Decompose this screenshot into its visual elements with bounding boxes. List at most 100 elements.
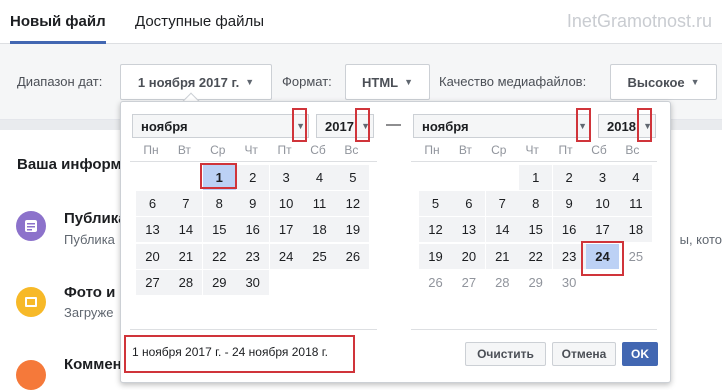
media-quality-label: Качество медиафайлов: xyxy=(439,74,587,89)
calendar-day[interactable]: 7 xyxy=(485,191,519,217)
calendar-day[interactable]: 8 xyxy=(202,191,236,217)
calendar-day[interactable]: 6 xyxy=(452,191,486,217)
format-value: HTML xyxy=(361,74,399,90)
calendar-day[interactable]: 25 xyxy=(619,244,652,269)
calendar-day[interactable]: 8 xyxy=(519,191,553,217)
calendar-day[interactable]: 18 xyxy=(303,217,336,243)
calendar-day[interactable]: 13 xyxy=(452,217,486,243)
calendar-day[interactable]: 14 xyxy=(169,217,203,243)
calendar-day[interactable]: 7 xyxy=(169,191,203,217)
calendar-day[interactable]: 21 xyxy=(169,243,203,269)
calendar-day[interactable]: 21 xyxy=(485,243,519,269)
calendar-day[interactable]: 22 xyxy=(519,243,553,269)
calendar-day[interactable]: 1 xyxy=(519,165,553,190)
format-label: Формат: xyxy=(282,74,332,89)
calendar-day[interactable]: 26 xyxy=(336,243,370,269)
calendar-day[interactable]: 23 xyxy=(236,243,270,269)
calendar-day[interactable]: 4 xyxy=(303,165,336,190)
calendar-day[interactable]: 16 xyxy=(236,217,270,243)
calendar-day[interactable]: 24 xyxy=(269,243,303,269)
calendar-day[interactable]: 25 xyxy=(303,243,336,269)
weekday-label: Ср xyxy=(210,143,226,157)
calendar-day[interactable]: 5 xyxy=(336,165,370,190)
cancel-button[interactable]: Отмена xyxy=(552,342,616,366)
media-quality-select[interactable]: Высокое ▼ xyxy=(610,64,717,100)
list-item-sub: Публика xyxy=(64,232,115,247)
calendar-day[interactable]: 19 xyxy=(336,217,370,243)
comments-icon xyxy=(16,360,46,390)
weekday-label: Сб xyxy=(591,143,607,157)
watermark: InetGramotnost.ru xyxy=(566,11,712,31)
weekday-label: Ср xyxy=(491,143,507,157)
ok-button[interactable]: OK xyxy=(622,342,658,366)
highlight-box xyxy=(576,108,591,142)
end-month-select[interactable]: ноября ▼ xyxy=(413,114,591,138)
calendar-day[interactable]: 17 xyxy=(269,217,303,243)
start-month-value: ноября xyxy=(141,119,188,134)
calendar-day[interactable]: 18 xyxy=(619,217,653,243)
calendar-day[interactable]: 15 xyxy=(519,217,553,243)
calendar-day[interactable]: 9 xyxy=(552,191,586,217)
highlight-box xyxy=(581,241,624,276)
calendar-day[interactable]: 11 xyxy=(303,191,336,217)
calendar-day[interactable]: 17 xyxy=(586,217,619,243)
calendar-day[interactable]: 10 xyxy=(269,191,303,217)
calendar-day[interactable]: 2 xyxy=(552,165,586,190)
calendar-day[interactable]: 9 xyxy=(236,191,270,217)
calendar-day[interactable]: 26 xyxy=(419,270,452,295)
calendar-day[interactable]: 2 xyxy=(236,165,270,190)
highlight-box xyxy=(637,108,652,142)
date-range-button[interactable]: 1 ноября 2017 г. ▼ xyxy=(120,64,272,100)
calendar-day[interactable]: 29 xyxy=(519,270,552,295)
calendar-day[interactable]: 13 xyxy=(136,217,169,243)
divider xyxy=(411,329,657,330)
highlight-box xyxy=(292,108,307,142)
calendar-day[interactable]: 4 xyxy=(619,165,653,190)
weekday-label: Чт xyxy=(244,143,258,157)
calendar-day[interactable]: 20 xyxy=(136,243,169,269)
start-month-select[interactable]: ноября ▼ xyxy=(132,114,309,138)
tab-available-files[interactable]: Доступные файлы xyxy=(135,13,264,30)
weekday-label: Вс xyxy=(344,143,359,157)
divider xyxy=(411,161,657,162)
photos-icon xyxy=(16,287,46,317)
list-item-title[interactable]: Коммен xyxy=(64,356,122,373)
calendar-day[interactable]: 28 xyxy=(486,270,519,295)
chevron-down-icon: ▼ xyxy=(690,77,700,87)
weekday-label: Пн xyxy=(424,143,440,157)
start-year-value: 2017 xyxy=(325,119,354,134)
end-month-value: ноября xyxy=(422,119,469,134)
posts-icon xyxy=(16,211,46,241)
list-item-title[interactable]: Фото и xyxy=(64,284,115,301)
calendar-day[interactable]: 30 xyxy=(236,269,270,295)
weekday-label: Вс xyxy=(625,143,640,157)
format-select[interactable]: HTML ▼ xyxy=(345,64,430,100)
calendar-day[interactable]: 11 xyxy=(619,191,653,217)
calendar-day[interactable]: 27 xyxy=(136,269,169,295)
calendar-day[interactable]: 28 xyxy=(169,269,203,295)
calendar-day[interactable]: 6 xyxy=(136,191,169,217)
calendar-day[interactable]: 12 xyxy=(419,217,452,243)
weekday-label: Сб xyxy=(310,143,326,157)
calendar-day[interactable]: 22 xyxy=(202,243,236,269)
clear-button[interactable]: Очистить xyxy=(465,342,546,366)
calendar-day[interactable]: 12 xyxy=(336,191,370,217)
calendar-day[interactable]: 10 xyxy=(586,191,619,217)
list-item-sub-cut: ы, кото xyxy=(679,232,722,247)
calendar-day[interactable]: 3 xyxy=(586,165,619,190)
calendar-day[interactable]: 14 xyxy=(485,217,519,243)
calendar-day[interactable]: 15 xyxy=(202,217,236,243)
calendar-day[interactable]: 19 xyxy=(419,243,452,269)
calendar-day[interactable]: 16 xyxy=(552,217,586,243)
section-title: Ваша информ xyxy=(17,156,122,173)
calendar-day[interactable]: 29 xyxy=(202,269,236,295)
calendar-day[interactable]: 20 xyxy=(452,243,486,269)
calendar-day[interactable]: 27 xyxy=(452,270,485,295)
tab-new-file[interactable]: Новый файл xyxy=(10,13,106,44)
weekday-label: Пт xyxy=(277,143,292,157)
list-item-title[interactable]: Публика xyxy=(64,210,127,227)
weekday-label: Чт xyxy=(525,143,539,157)
calendar-day[interactable]: 5 xyxy=(419,191,452,217)
weekday-label: Вт xyxy=(458,143,472,157)
calendar-day[interactable]: 3 xyxy=(269,165,303,190)
